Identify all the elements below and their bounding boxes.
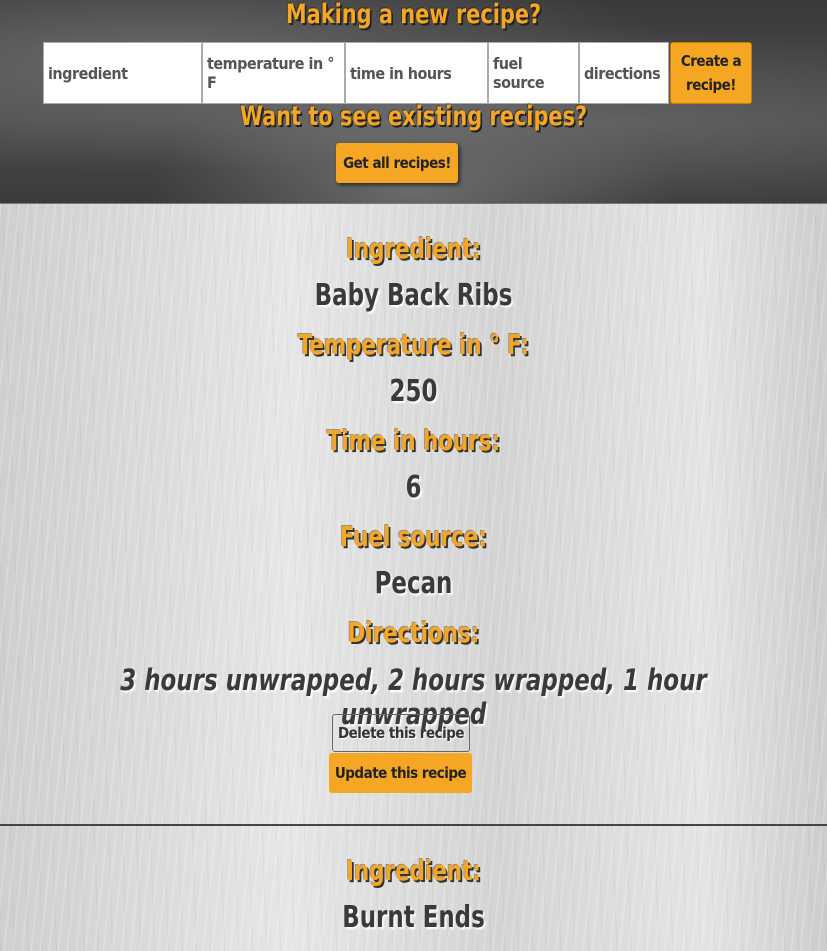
ingredient-value: Baby Back Ribs [314, 278, 513, 313]
recipe-card: Ingredient: Burnt Ends [0, 826, 827, 951]
create-recipe-section: Making a new recipe? ingredient temperat… [0, 0, 827, 204]
time-value: 6 [405, 470, 422, 505]
ingredient-value: Burnt Ends [342, 900, 485, 935]
recipe-card: Ingredient: Baby Back Ribs Temperature i… [0, 204, 827, 826]
ingredient-label: Ingredient: [346, 232, 481, 265]
create-recipe-button[interactable]: Create a recipe! [670, 42, 752, 104]
get-all-recipes-button[interactable]: Get all recipes! [336, 143, 458, 183]
temperature-label: Temperature in ° F: [297, 328, 530, 361]
time-input[interactable]: time in hours [345, 42, 488, 104]
existing-recipes-heading: Want to see existing recipes? [239, 101, 588, 132]
fuel-value: Pecan [374, 566, 453, 601]
time-label: Time in hours: [326, 424, 501, 457]
delete-recipe-button[interactable]: Delete this recipe [332, 714, 470, 752]
page-title: Making a new recipe? [285, 0, 542, 30]
temperature-input[interactable]: temperature in ° F [202, 42, 345, 104]
temperature-value: 250 [389, 374, 438, 409]
ingredient-label: Ingredient: [346, 854, 481, 887]
ingredient-input[interactable]: ingredient [43, 42, 202, 104]
fuel-source-input[interactable]: fuel source [488, 42, 579, 104]
directions-input[interactable]: directions [579, 42, 669, 104]
recipe-list: Ingredient: Baby Back Ribs Temperature i… [0, 204, 827, 951]
directions-label: Directions: [347, 616, 480, 649]
recipe-form: ingredient temperature in ° F time in ho… [43, 42, 752, 104]
update-recipe-button[interactable]: Update this recipe [329, 753, 472, 793]
fuel-label: Fuel source: [339, 520, 488, 553]
